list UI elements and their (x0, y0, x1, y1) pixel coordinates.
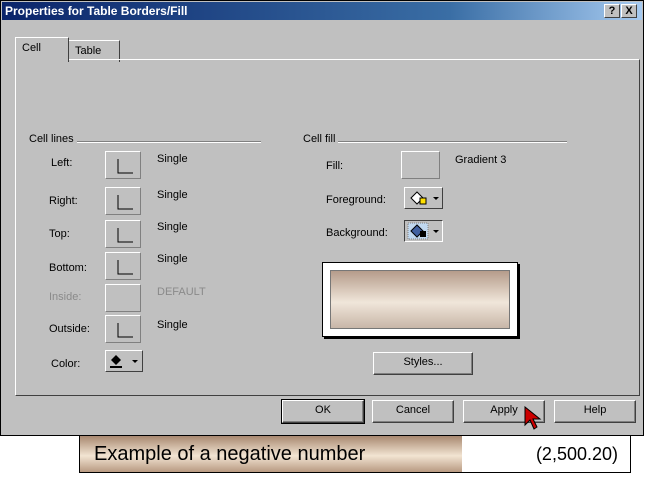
fill-swatch-button[interactable] (401, 151, 440, 179)
top-value: Single (157, 221, 188, 233)
bottom-line-button[interactable] (105, 252, 141, 280)
corner-line-icon (117, 323, 133, 338)
help-title-button[interactable]: ? (604, 4, 620, 18)
corner-line-icon (117, 228, 133, 243)
top-label: Top: (49, 228, 70, 240)
example-value: (2,500.20) (535, 444, 618, 464)
title-bar[interactable]: Properties for Table Borders/Fill ? X (2, 2, 642, 20)
foreground-label: Foreground: (326, 194, 386, 206)
color-label: Color: (51, 358, 81, 370)
ok-button[interactable]: OK (281, 399, 365, 424)
outside-label: Outside: (49, 323, 90, 335)
color-dropdown[interactable] (105, 350, 143, 372)
cell-fill-title: Cell fill (303, 133, 339, 145)
help-button[interactable]: Help (554, 400, 636, 423)
outside-value: Single (157, 319, 188, 331)
properties-dialog: Properties for Table Borders/Fill ? X Ce… (0, 0, 644, 436)
corner-line-icon (117, 260, 133, 275)
mouse-pointer-icon (524, 406, 542, 430)
gradient-preview-swatch (330, 270, 510, 329)
styles-button[interactable]: Styles... (373, 352, 473, 375)
corner-line-icon (117, 195, 133, 210)
top-line-button[interactable] (105, 220, 141, 248)
outside-line-button[interactable] (105, 315, 141, 343)
cell-fill-divider (305, 141, 567, 143)
close-title-button[interactable]: X (621, 4, 637, 18)
foreground-dropdown[interactable] (404, 187, 443, 209)
bucket-fill-icon (110, 355, 138, 368)
inside-value: DEFAULT (157, 286, 206, 298)
right-label: Right: (49, 195, 78, 207)
cell-lines-title: Cell lines (29, 133, 77, 145)
inside-label: Inside: (49, 291, 82, 303)
window-title: Properties for Table Borders/Fill (5, 4, 188, 18)
example-label: Example of a negative number (80, 436, 462, 472)
fill-value: Gradient 3 (455, 154, 507, 166)
fill-pattern-icon (410, 191, 439, 205)
background-dropdown[interactable] (404, 220, 443, 242)
inside-line-button (105, 284, 141, 312)
tab-table-label: Table (75, 45, 102, 57)
background-label: Background: (326, 227, 388, 239)
left-label: Left: (51, 157, 73, 169)
cancel-button[interactable]: Cancel (372, 400, 454, 423)
right-value: Single (157, 189, 188, 201)
bottom-value: Single (157, 253, 188, 265)
left-line-button[interactable] (105, 151, 141, 179)
bottom-label: Bottom: (49, 262, 87, 274)
right-line-button[interactable] (105, 187, 141, 215)
fill-label: Fill: (326, 160, 344, 172)
tab-cell-label: Cell (22, 42, 41, 54)
fill-pattern-icon (407, 222, 439, 240)
corner-line-icon (117, 159, 133, 174)
example-cell: Example of a negative number (2,500.20) (79, 436, 631, 473)
left-value: Single (157, 153, 188, 165)
fill-preview (322, 262, 518, 337)
tab-cell[interactable]: Cell (15, 37, 69, 62)
